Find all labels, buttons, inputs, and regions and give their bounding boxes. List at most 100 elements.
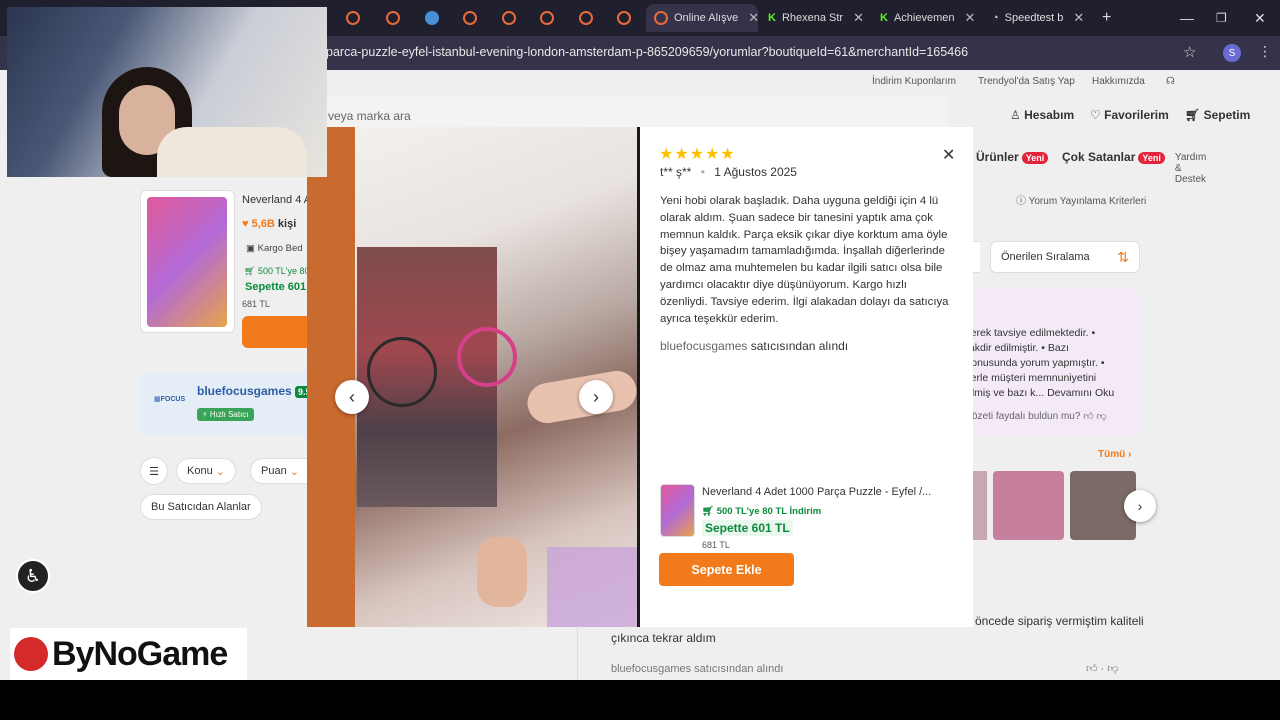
reviewer-name: t** ş**	[660, 165, 692, 179]
url-field[interactable]: parca-puzzle-eyfel-istanbul-evening-lond…	[326, 45, 968, 59]
modal-product-title[interactable]: Neverland 4 Adet 1000 Parça Puzzle - Eyf…	[702, 486, 932, 498]
product-thumbnail-card[interactable]	[140, 190, 235, 333]
seller-name[interactable]: bluefocusgames 9.5	[197, 384, 314, 398]
account-link[interactable]: ♙ Hesabım	[1010, 108, 1074, 122]
review-text: Yeni hobi olarak başladık. Daha uyguna g…	[660, 195, 949, 325]
add-to-cart-button-bg[interactable]	[242, 316, 312, 348]
bynogame-logo-text: ByNoGame	[52, 634, 228, 673]
likes-suffix: kişi	[277, 218, 297, 230]
bg-review-text-2: çıkınca tekrar aldım	[611, 631, 716, 645]
kick-icon: K	[768, 12, 776, 24]
close-icon[interactable]: ✕	[1073, 10, 1084, 26]
fast-seller-label: Hızlı Satıcı	[209, 410, 249, 419]
thumbs-down-icon[interactable]: 👎︎	[1096, 411, 1106, 422]
window-close-button[interactable]: ✕	[1254, 4, 1266, 32]
bookmark-star-icon[interactable]: ☆	[1183, 43, 1196, 61]
seller-card	[140, 372, 310, 435]
review-seller-suffix: satıcısından alındı	[750, 339, 849, 353]
tab-favicon-4[interactable]	[502, 4, 516, 32]
puzzle-box-shape	[547, 547, 637, 627]
minimize-button[interactable]: —	[1180, 4, 1194, 32]
tab-rhexena[interactable]: K Rhexena Str ✕	[768, 4, 868, 32]
trendyol-icon	[654, 11, 668, 25]
thumbs-down-icon[interactable]: 👎︎	[1107, 663, 1118, 675]
category-products[interactable]: Ürünler Yeni	[976, 150, 1049, 164]
all-photos-link[interactable]: Tümü ›	[1098, 449, 1131, 460]
thumbs-up-icon[interactable]: 👍︎	[1086, 663, 1098, 675]
tab-achievement[interactable]: K Achievemen ✕	[880, 4, 984, 32]
profile-avatar[interactable]: S	[1223, 44, 1241, 62]
category-best-sellers[interactable]: Çok Satanlar Yeni	[1062, 150, 1165, 164]
next-image-button[interactable]: ›	[579, 380, 613, 414]
tab-label: Achievemen	[893, 12, 955, 24]
new-tab-button[interactable]: +	[1102, 4, 1111, 32]
discount-info-bg: 🛒︎ 500 TL'ye 80	[244, 266, 310, 276]
filter-label: Konu	[187, 465, 213, 477]
webcam-overlay	[7, 7, 327, 177]
bg-seller-note: bluefocusgames satıcısından alındı	[611, 663, 784, 675]
fast-seller-badge: ⚡ Hızlı Satıcı	[197, 408, 254, 421]
close-icon[interactable]: ✕	[853, 10, 864, 26]
trendyol-icon	[579, 11, 593, 25]
thumbs-up-icon[interactable]: 👍︎	[1083, 411, 1093, 422]
photos-next-button[interactable]: ›	[1124, 490, 1156, 522]
filter-rating-dropdown[interactable]: Puan ⌄	[250, 458, 310, 484]
accessibility-icon[interactable]: ♿︎	[16, 559, 50, 593]
link-about[interactable]: Hakkımızda	[1092, 76, 1145, 87]
seller-name-label: bluefocusgames	[197, 384, 292, 398]
maximize-button[interactable]: ❐	[1216, 4, 1227, 32]
kick-icon: K	[880, 12, 888, 24]
filter-seller-buyers[interactable]: Bu Satıcıdan Alanlar	[140, 494, 262, 520]
modal-discount: 🛒︎ 500 TL'ye 80 TL İndirim	[702, 506, 821, 517]
filter-topic-dropdown[interactable]: Konu ⌄	[176, 458, 236, 484]
close-modal-button[interactable]: ✕	[942, 145, 955, 165]
tab-speedtest[interactable]: ◔ Speedtest b ✕	[992, 4, 1092, 32]
modal-discount-label: 500 TL'ye 80 TL İndirim	[716, 506, 822, 517]
review-seller-note: bluefocusgames satıcısından alındı	[660, 339, 848, 353]
tab-favicon-1[interactable]	[346, 4, 360, 32]
sort-dropdown[interactable]: Önerilen Sıralama ⇅	[990, 241, 1140, 273]
summary-line: ilerek tavsiye edilmektedir. •	[966, 327, 1096, 339]
tab-online-alisveris[interactable]: Online Alışve ✕	[646, 4, 758, 32]
modal-product-image[interactable]	[660, 484, 695, 537]
account-label: Hesabım	[1024, 108, 1075, 122]
menu-icon[interactable]: ⋮	[1258, 43, 1272, 60]
close-icon[interactable]: ✕	[748, 10, 758, 26]
tab-steam[interactable]	[425, 4, 439, 32]
review-criteria-link[interactable]: ⓘ Yorum Yayınlama Kriterleri	[1016, 192, 1146, 207]
tab-favicon-3[interactable]	[463, 4, 477, 32]
tab-favicon-7[interactable]	[617, 4, 631, 32]
summary-line: konusunda yorum yapmıştır. •	[966, 357, 1105, 369]
favorites-link[interactable]: ♡ Favorilerim	[1090, 108, 1169, 122]
tab-favicon-5[interactable]	[540, 4, 554, 32]
chevron-right-icon: ›	[593, 386, 599, 407]
review-seller-name[interactable]: bluefocusgames	[660, 339, 747, 353]
cart-icon: 🛒︎	[702, 506, 715, 517]
category-label: Çok Satanlar	[1062, 150, 1136, 164]
cart-icon: 🛒︎	[1185, 108, 1201, 122]
all-label: Tümü	[1098, 449, 1126, 460]
cart-link[interactable]: 🛒︎ Sepetim	[1185, 108, 1250, 122]
discount-label-bg: 500 TL'ye 80	[257, 266, 310, 276]
trendyol-icon	[540, 11, 554, 25]
link-coupons[interactable]: İndirim Kuponlarım	[872, 76, 956, 87]
tab-label: Rhexena Str	[781, 12, 844, 24]
image-edge	[307, 127, 355, 627]
bottom-black-bar	[0, 680, 1280, 720]
tab-favicon-2[interactable]	[386, 4, 400, 32]
product-title-bg: Neverland 4 A	[242, 194, 312, 206]
tab-favicon-6[interactable]	[579, 4, 593, 32]
divider	[577, 627, 578, 680]
review-photo-thumb[interactable]	[993, 471, 1064, 540]
review-criteria-label: Yorum Yayınlama Kriterleri	[1028, 196, 1147, 207]
sliders-icon: ☰	[149, 465, 159, 478]
link-help[interactable]: ☊ Yardım & Destek	[1166, 76, 1206, 185]
previous-image-button[interactable]: ‹	[335, 380, 369, 414]
add-to-cart-button[interactable]: Sepete Ekle	[659, 553, 794, 586]
likes-count: 5,6B	[251, 218, 275, 230]
filter-settings-button[interactable]: ☰	[140, 457, 168, 485]
close-icon[interactable]: ✕	[965, 10, 976, 26]
category-label: Ürünler	[976, 150, 1019, 164]
filter-label: Puan	[261, 465, 287, 477]
link-sell[interactable]: Trendyol'da Satış Yap	[978, 76, 1075, 87]
